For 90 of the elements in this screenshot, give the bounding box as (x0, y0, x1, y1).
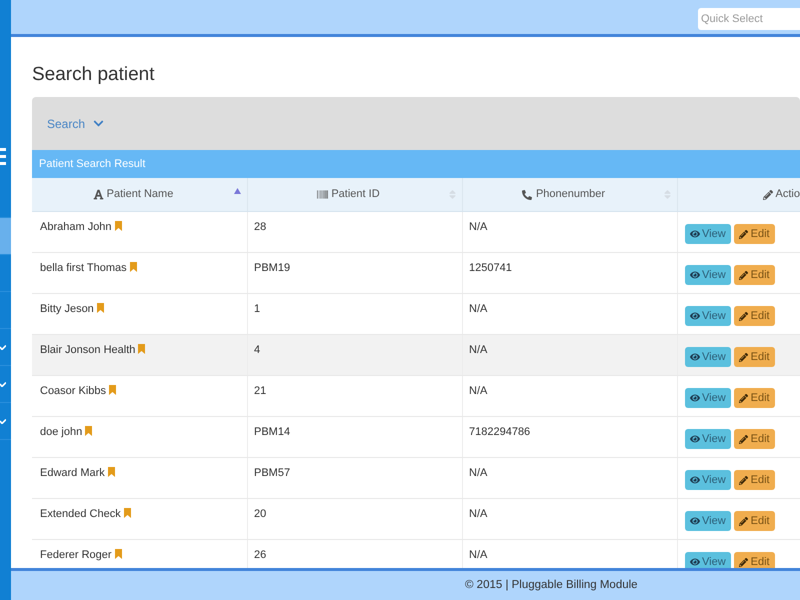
tick-icon (0, 344, 6, 350)
quick-select-field[interactable]: Quick Select (698, 8, 800, 30)
patient-id: PBM57 (254, 467, 290, 479)
patient-name: Edward Mark (40, 467, 105, 479)
edit-button[interactable]: Edit (734, 429, 775, 449)
column-header[interactable]: Patient ID (248, 178, 463, 211)
chevron-down-icon (93, 118, 104, 129)
edit-button[interactable]: Edit (734, 306, 775, 326)
font-icon (92, 189, 104, 200)
phone-number: N/A (469, 221, 488, 233)
phone-number: N/A (469, 508, 488, 520)
phone-number: N/A (469, 467, 488, 479)
patient-id: 20 (254, 508, 266, 520)
column-header[interactable]: Actio (678, 178, 800, 211)
tick-icon (0, 418, 6, 424)
column-header[interactable]: Phonenumber (463, 178, 678, 211)
patient-id: 4 (254, 344, 260, 356)
view-button[interactable]: View (685, 388, 731, 408)
phone-number: N/A (469, 344, 488, 356)
patient-id: 1 (254, 303, 260, 315)
patient-id: 21 (254, 385, 266, 397)
column-header[interactable]: Patient Name (32, 178, 248, 211)
view-button[interactable]: View (685, 265, 731, 285)
edit-button[interactable]: Edit (734, 552, 775, 568)
phone-number: N/A (469, 549, 488, 561)
view-button[interactable]: View (685, 347, 731, 367)
eye-icon (690, 311, 700, 321)
bookmark-icon (109, 385, 116, 395)
view-button[interactable]: View (685, 552, 731, 568)
pencil-icon (762, 190, 773, 200)
view-button[interactable]: View (685, 470, 731, 490)
phone-number: 7182294786 (469, 426, 530, 438)
edit-button[interactable]: Edit (734, 347, 775, 367)
phone-number: N/A (469, 303, 488, 315)
edit-button[interactable]: Edit (734, 265, 775, 285)
eye-icon (690, 229, 700, 239)
bookmark-icon (108, 467, 115, 477)
page-title: Search patient (32, 63, 155, 87)
phone-icon (522, 190, 532, 200)
patient-name: Blair Jonson Health (40, 344, 136, 356)
phone-number: N/A (469, 385, 488, 397)
eye-icon (690, 393, 700, 403)
barcode-icon (317, 189, 328, 200)
pencil-icon (738, 230, 748, 238)
bookmark-icon (130, 262, 137, 272)
pencil-icon (738, 394, 748, 402)
bookmark-icon (114, 549, 122, 559)
pencil-icon (738, 270, 748, 280)
eye-icon (690, 352, 700, 362)
view-button[interactable]: View (685, 224, 731, 244)
edit-button[interactable]: Edit (734, 224, 775, 244)
patient-name: Federer Roger (40, 549, 112, 561)
patient-id: PBM14 (254, 426, 290, 438)
view-button[interactable]: View (685, 429, 731, 449)
patient-name: Abraham John (40, 221, 112, 233)
footer-text: © 2015 | Pluggable Billing Module (465, 578, 638, 593)
edit-button[interactable]: Edit (734, 470, 775, 490)
pencil-icon (738, 312, 748, 320)
eye-icon (690, 270, 700, 280)
pencil-icon (738, 516, 748, 526)
patient-name: Coasor Kibbs (40, 385, 106, 397)
bookmark-icon (124, 508, 131, 518)
view-button[interactable]: View (685, 306, 731, 326)
edit-button[interactable]: Edit (734, 388, 775, 408)
view-button[interactable]: View (685, 511, 731, 531)
patient-id: 28 (254, 221, 266, 233)
bookmark-icon (138, 344, 146, 354)
search-toggle[interactable]: Search (47, 114, 104, 132)
patient-name: bella first Thomas (40, 262, 127, 274)
menu-icon[interactable] (0, 148, 6, 165)
edit-button[interactable]: Edit (734, 511, 775, 531)
bookmark-icon (96, 303, 104, 313)
pencil-icon (738, 476, 748, 484)
phone-number: 1250741 (469, 262, 512, 274)
panel-title: Patient Search Result (39, 156, 146, 172)
bookmark-icon (114, 221, 122, 231)
eye-icon (690, 475, 700, 485)
pencil-icon (738, 352, 748, 362)
bookmark-icon (85, 426, 92, 436)
eye-icon (690, 516, 700, 526)
patient-id: 26 (254, 549, 266, 561)
eye-icon (690, 434, 700, 444)
eye-icon (690, 557, 700, 567)
patient-name: Extended Check (40, 508, 121, 520)
tick-icon (0, 382, 6, 386)
pencil-icon (738, 558, 748, 566)
patient-id: PBM19 (254, 262, 290, 274)
patient-name: doe john (40, 426, 82, 438)
pencil-icon (738, 434, 748, 444)
patient-name: Bitty Jeson (40, 303, 94, 315)
